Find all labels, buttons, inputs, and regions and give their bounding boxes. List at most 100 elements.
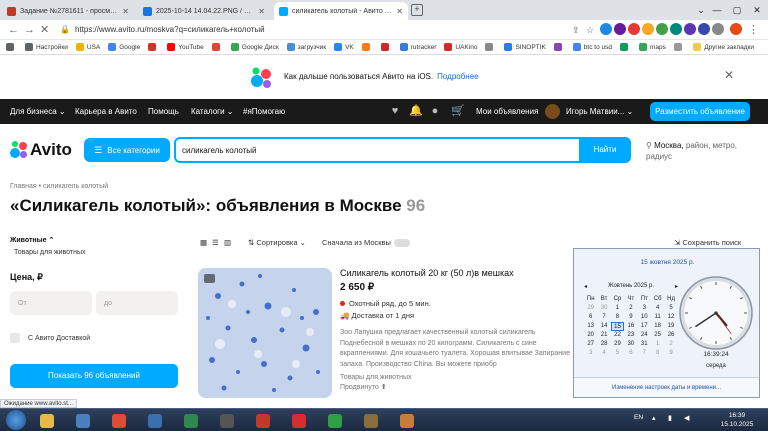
calendar-day[interactable]: 18 <box>651 322 664 331</box>
listing-category[interactable]: Товары для животных <box>340 374 576 381</box>
tray-flag-icon[interactable]: ▴ <box>652 414 656 422</box>
calendar-day[interactable]: 9 <box>624 313 637 322</box>
calendar-day[interactable]: 23 <box>624 331 637 340</box>
tool-icon[interactable] <box>358 411 384 430</box>
bookmark-item[interactable] <box>485 43 496 51</box>
bookmark-item[interactable]: Google <box>108 43 140 51</box>
stop-icon[interactable]: ✕ <box>40 23 49 37</box>
photo-viewer-icon[interactable] <box>322 411 348 430</box>
grid-view-icon[interactable]: ▦ <box>200 238 207 247</box>
extension-icon[interactable] <box>670 23 682 35</box>
extensions-puzzle-icon[interactable] <box>712 23 724 35</box>
bookmark-item[interactable] <box>553 43 565 51</box>
avatar-app-icon[interactable] <box>394 411 420 430</box>
close-icon[interactable]: ✕ <box>724 68 734 82</box>
extension-icon[interactable] <box>614 23 626 35</box>
post-ad-button[interactable]: Разместить объявление <box>650 102 750 121</box>
banner-more-link[interactable]: Подробнее <box>437 72 479 81</box>
calendar-day[interactable]: 3 <box>584 349 597 358</box>
maximize-icon[interactable]: ▢ <box>726 0 748 20</box>
calendar-day[interactable]: 3 <box>638 304 651 313</box>
calendar-day[interactable]: 8 <box>611 313 624 322</box>
bookmark-item[interactable] <box>380 43 392 51</box>
nav-my-ads[interactable]: Мои объявления <box>476 107 538 116</box>
new-tab-icon[interactable]: + <box>411 4 423 16</box>
bookmark-apps-icon[interactable] <box>6 43 17 51</box>
all-categories-button[interactable]: ☰ Все категории <box>84 138 170 162</box>
extension-icon[interactable] <box>628 23 640 35</box>
bookmark-item[interactable] <box>148 43 159 51</box>
chrome-icon[interactable] <box>106 411 132 430</box>
tab-task[interactable]: Задание №2781611 - просмотр з ✕ <box>2 2 134 20</box>
delivery-checkbox[interactable]: С Авито Доставкой <box>10 333 180 343</box>
checkbox-box[interactable] <box>10 333 20 343</box>
network-icon[interactable] <box>142 411 168 430</box>
extension-icon[interactable] <box>698 23 710 35</box>
bookmark-item[interactable]: загрузчик <box>286 43 326 51</box>
calendar-day[interactable]: 1 <box>651 340 664 349</box>
share-icon[interactable]: ⇪ <box>572 23 580 37</box>
calendar-day[interactable]: 11 <box>651 313 664 322</box>
forward-icon[interactable]: → <box>24 23 35 37</box>
calendar-day[interactable]: 14 <box>597 322 610 331</box>
extension-icon[interactable] <box>656 23 668 35</box>
list-view-icon[interactable]: ☰ <box>212 238 219 247</box>
toggle-switch[interactable] <box>393 239 410 248</box>
calendar-day[interactable]: 6 <box>624 349 637 358</box>
region-selector[interactable]: ⚲ Москва, район, метро, радиус <box>646 140 756 162</box>
calendar-day[interactable]: 15 <box>610 322 625 331</box>
bookmark-item[interactable]: VK <box>334 43 354 51</box>
messages-icon[interactable]: ● <box>429 105 441 117</box>
avito-logo[interactable]: Avito <box>10 140 72 160</box>
bookmark-item[interactable]: USA <box>75 43 100 51</box>
bookmark-item[interactable]: YouTube <box>167 43 204 51</box>
spreadsheet-icon[interactable] <box>178 411 204 430</box>
dvd-icon[interactable] <box>250 411 276 430</box>
windows-explorer-icon[interactable] <box>34 411 60 430</box>
calendar-day[interactable]: 4 <box>597 349 610 358</box>
profile-avatar-icon[interactable] <box>730 23 742 35</box>
other-bookmarks[interactable]: Другие закладки <box>693 43 754 51</box>
bookmark-item[interactable] <box>673 43 685 51</box>
calendar-day[interactable]: 29 <box>584 304 597 313</box>
tab-avito[interactable]: силикагель колотый - Авито | Об ✕ <box>274 2 408 20</box>
calendar-day[interactable]: 1 <box>611 304 624 313</box>
calendar-day[interactable]: 2 <box>624 304 637 313</box>
calendar-day[interactable]: 31 <box>638 340 651 349</box>
calendar-day[interactable]: 7 <box>638 349 651 358</box>
calendar-day[interactable]: 22 <box>611 331 624 340</box>
calendar-day[interactable]: 21 <box>597 331 610 340</box>
search-button[interactable]: Найти <box>579 137 631 163</box>
avatar[interactable] <box>545 104 560 119</box>
bookmark-item[interactable]: btc to usd <box>572 43 612 51</box>
nav-user[interactable]: Игорь Матвии... ⌄ <box>566 107 633 116</box>
input-language[interactable]: EN <box>634 414 643 421</box>
back-icon[interactable]: ← <box>8 23 19 37</box>
calendar-day[interactable]: 8 <box>651 349 664 358</box>
save-search-button[interactable]: ⇲ Сохранить поиск <box>674 238 741 247</box>
bookmark-item[interactable] <box>361 43 373 51</box>
extension-icon[interactable] <box>600 23 612 35</box>
calendar-day[interactable]: 9 <box>664 349 677 358</box>
filter-subcategory[interactable]: Товары для животных <box>10 249 180 256</box>
browser-menu-icon[interactable]: ⋮ <box>748 23 759 37</box>
sort-dropdown[interactable]: ⇅ Сортировка ⌄ <box>248 238 306 247</box>
security-app-icon[interactable] <box>70 411 96 430</box>
bookmark-item[interactable]: Настройки <box>25 43 68 51</box>
calendar-day[interactable]: 25 <box>651 331 664 340</box>
calendar-day[interactable]: 7 <box>597 313 610 322</box>
minimize-icon[interactable]: — <box>706 0 728 20</box>
calendar-day[interactable]: 2 <box>664 340 677 349</box>
64-app-icon[interactable] <box>286 411 312 430</box>
price-to-input[interactable]: до <box>96 291 178 315</box>
price-from-input[interactable]: От <box>10 291 92 315</box>
nav-career[interactable]: Карьера в Авито <box>75 107 137 116</box>
unknown-app-icon[interactable] <box>214 411 240 430</box>
calendar-day[interactable]: 10 <box>638 313 651 322</box>
bookmark-item[interactable]: SINOPTIK <box>504 43 546 51</box>
bookmark-item[interactable]: Google Диск <box>230 43 279 51</box>
extension-icon[interactable] <box>642 23 654 35</box>
calendar-day[interactable]: 26 <box>664 331 677 340</box>
start-button-icon[interactable] <box>6 410 26 430</box>
moscow-first-toggle[interactable]: Сначала из Москвы <box>322 238 410 248</box>
